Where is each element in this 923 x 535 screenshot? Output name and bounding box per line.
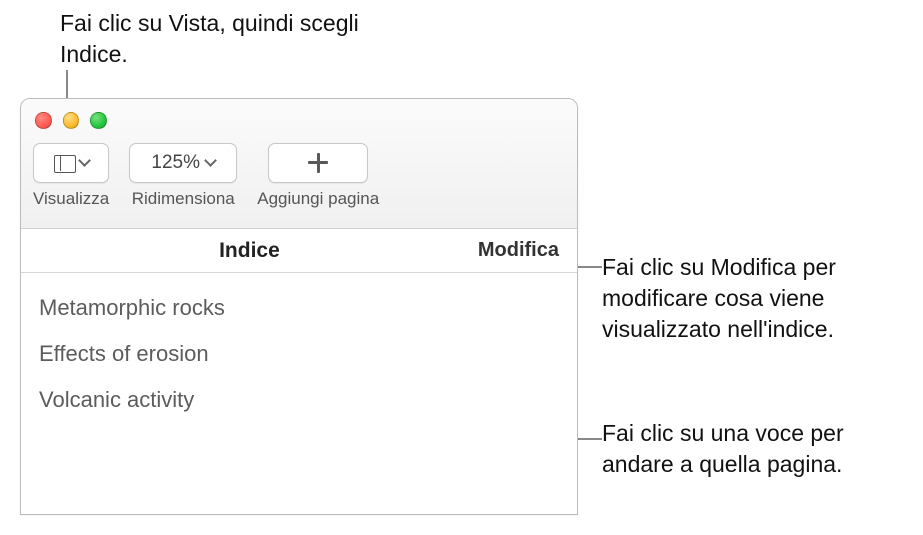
toc-title: Indice <box>21 239 478 263</box>
toc-edit-button[interactable]: Modifica <box>478 239 559 262</box>
chevron-down-icon <box>78 154 91 167</box>
chevron-down-icon <box>204 154 217 167</box>
app-window: Visualizza 125% Ridimensiona Aggiungi pa… <box>20 98 578 515</box>
view-menu-button[interactable] <box>33 143 109 183</box>
tool-add-page: Aggiungi pagina <box>257 143 379 209</box>
window-minimize-button[interactable] <box>63 112 80 129</box>
add-page-label: Aggiungi pagina <box>257 189 379 209</box>
plus-icon <box>308 153 328 173</box>
window-close-button[interactable] <box>35 112 52 129</box>
toolbar: Visualizza 125% Ridimensiona Aggiungi pa… <box>21 129 577 209</box>
window-maximize-button[interactable] <box>90 112 107 129</box>
view-label: Visualizza <box>33 189 109 209</box>
zoom-label: Ridimensiona <box>132 189 235 209</box>
toc-item[interactable]: Volcanic activity <box>21 377 577 423</box>
callout-top: Fai clic su Vista, quindi scegli Indice. <box>60 8 360 70</box>
callout-right-edit: Fai clic su Modifica per modificare cosa… <box>602 252 912 345</box>
toc-header: Indice Modifica <box>21 229 577 273</box>
toc-item[interactable]: Metamorphic rocks <box>21 285 577 331</box>
tool-zoom: 125% Ridimensiona <box>129 143 237 209</box>
add-page-button[interactable] <box>268 143 368 183</box>
tool-view: Visualizza <box>33 143 109 209</box>
toc-list: Metamorphic rocks Effects of erosion Vol… <box>21 273 577 423</box>
toc-item[interactable]: Effects of erosion <box>21 331 577 377</box>
callout-right-item: Fai clic su una voce per andare a quella… <box>602 418 912 480</box>
titlebar: Visualizza 125% Ridimensiona Aggiungi pa… <box>21 99 577 229</box>
zoom-menu-button[interactable]: 125% <box>129 143 237 183</box>
sidebar-icon <box>54 155 74 171</box>
window-traffic-lights <box>21 99 577 129</box>
zoom-value: 125% <box>151 152 200 174</box>
